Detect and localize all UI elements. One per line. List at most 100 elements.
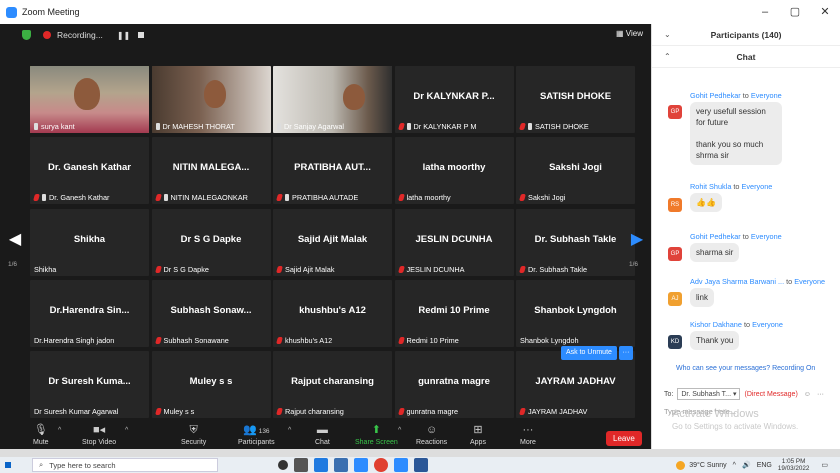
chat-header[interactable]: ⌃ Chat — [652, 46, 840, 68]
recording-label: Recording... — [57, 30, 103, 40]
start-button[interactable] — [0, 457, 16, 473]
task-view-icon[interactable] — [294, 458, 308, 472]
muted-mic-icon — [154, 194, 162, 202]
participant-tile[interactable]: Dr. Subhash Takle Dr. Subhash Takle — [516, 208, 635, 276]
participant-tile[interactable]: Sajid Ajit Malak Sajid Ajit Malak — [273, 208, 392, 276]
tile-more-button[interactable]: ··· — [618, 346, 633, 360]
participants-button[interactable]: 👥 136 Participants — [238, 424, 275, 446]
stop-recording-button[interactable] — [138, 32, 145, 38]
participant-tile[interactable]: Dr S G Dapke Dr S G Dapke — [151, 208, 271, 276]
security-shield-toolbar-icon: ⛨ — [189, 424, 198, 436]
reactions-button[interactable]: ☺ Reactions — [416, 424, 447, 446]
participant-tile[interactable]: Dr MAHESH THORAT — [151, 66, 271, 133]
volume-icon[interactable]: 🔊 — [742, 461, 751, 469]
participant-tile[interactable]: Redmi 10 Prime Redmi 10 Prime — [394, 279, 514, 347]
muted-mic-icon — [276, 336, 283, 344]
participant-label: Shikha — [34, 265, 56, 274]
chat-message-input[interactable]: Type message here... — [664, 407, 834, 421]
participant-tile[interactable]: PRATIBHA AUT... PRATIBHA AUTADE — [273, 137, 392, 205]
participant-tile[interactable]: JAYRAM JADHAV JAYRAM JADHAV — [516, 351, 635, 418]
participant-tile[interactable]: gunratna magre gunratna magre — [394, 351, 514, 418]
leave-button[interactable]: Leave — [606, 431, 642, 446]
apps-label: Apps — [470, 439, 486, 446]
apps-button[interactable]: ⊞ Apps — [470, 424, 486, 446]
recipient-select[interactable]: Dr. Subhash T... ▾ — [677, 388, 741, 400]
stop-video-button[interactable]: ■◂ Stop Video — [82, 424, 116, 446]
notification-icon[interactable]: ▭ — [821, 461, 828, 469]
participant-name: Dr.Harendra Sin... — [49, 304, 130, 316]
lang-label[interactable]: ENG — [757, 462, 772, 469]
cortana-icon[interactable] — [278, 460, 288, 470]
participant-tile[interactable]: Dr Sanjay Agarwal — [273, 66, 392, 133]
zoom-taskbar-icon[interactable] — [354, 458, 368, 472]
participant-label-text: gunratna magre — [406, 407, 459, 416]
tray-arrow-icon[interactable]: ^ — [733, 462, 736, 469]
participant-label: Dr.Harendra Singh jadon — [34, 336, 114, 345]
participant-tile[interactable]: Muley s s Muley s s — [151, 351, 271, 418]
participant-tile[interactable]: Sakshi Jogi Sakshi Jogi — [516, 137, 635, 205]
video-options-caret[interactable]: ^ — [125, 427, 128, 434]
participant-label: Redmi 10 Prime — [397, 336, 459, 345]
meet-icon[interactable] — [394, 458, 408, 472]
edge-icon[interactable] — [314, 458, 328, 472]
apps-icon: ⊞ — [473, 424, 483, 436]
next-page-arrow-icon[interactable]: ▶ — [630, 229, 644, 249]
participant-tile[interactable]: surya kant — [30, 66, 149, 133]
previous-page-arrow-icon[interactable]: ◀ — [8, 229, 22, 249]
participant-tile[interactable]: Shanbok Lyngdoh Shanbok Lyngdoh — [516, 279, 635, 347]
participant-tile[interactable]: Dr. Ganesh Kathar Dr. Ganesh Kathar — [30, 137, 149, 205]
store-icon[interactable] — [334, 458, 348, 472]
share-screen-button[interactable]: ⬆ Share Screen — [355, 424, 398, 446]
participant-tile[interactable]: Rajput charansing Rajput charansing — [273, 351, 392, 418]
pause-recording-button[interactable]: ❚❚ — [117, 31, 130, 40]
share-options-caret[interactable]: ^ — [398, 427, 401, 434]
participant-label-text: Dr. Ganesh Kathar — [49, 193, 110, 203]
weather-text[interactable]: 39°C Sunny — [689, 462, 726, 469]
participants-options-caret[interactable]: ^ — [288, 427, 291, 434]
mute-button[interactable]: 🎙 Mute — [33, 424, 49, 446]
message-sender: Rohit Shukla to Everyone — [690, 182, 773, 191]
recording-notice-link[interactable]: Who can see your messages? Recording On — [676, 365, 815, 372]
participant-tile[interactable]: Subhash Sonaw... Subhash Sonawane — [151, 279, 271, 347]
participant-tile[interactable]: Dr KALYNKAR P... Dr KALYNKAR P M — [394, 66, 514, 133]
more-button[interactable]: ··· More — [520, 424, 536, 446]
chat-more-icon[interactable]: ··· — [817, 391, 824, 398]
participant-tile[interactable]: SATISH DHOKE SATISH DHOKE — [516, 66, 635, 133]
view-button[interactable]: ▦ View — [616, 29, 643, 38]
chevron-up-icon[interactable]: ⌃ — [664, 52, 671, 61]
participants-title: Participants (140) — [710, 29, 782, 40]
participant-label-text: Dr Suresh Kumar Agarwal — [34, 407, 119, 416]
participant-tile[interactable]: JESLIN DCUNHA JESLIN DCUNHA — [394, 208, 514, 276]
audio-options-caret[interactable]: ^ — [58, 427, 61, 434]
window-controls: – ▢ ✕ — [750, 0, 840, 24]
participant-label-text: khushbu's A12 — [285, 335, 333, 345]
participants-header[interactable]: ⌄ Participants (140) — [652, 24, 840, 46]
participant-label: Sajid Ajit Malak — [276, 265, 334, 274]
participant-tile[interactable]: khushbu's A12 khushbu's A12 — [273, 279, 392, 347]
spotlight-icon — [406, 123, 411, 130]
maximize-button[interactable]: ▢ — [780, 0, 810, 24]
taskbar-search-box[interactable]: ⌕ Type here to search — [32, 458, 218, 472]
participant-tile[interactable]: latha moorthy latha moorthy — [394, 137, 514, 205]
participant-tile[interactable]: Dr.Harendra Sin... Dr.Harendra Singh jado… — [30, 279, 149, 347]
chat-button[interactable]: ▬ Chat — [315, 424, 330, 446]
security-shield-icon[interactable] — [22, 30, 31, 40]
minimize-button[interactable]: – — [750, 0, 780, 24]
window-title: Zoom Meeting — [22, 7, 80, 17]
chevron-down-icon[interactable]: ⌄ — [664, 30, 671, 39]
message-text: 👍👍 — [690, 193, 722, 212]
participant-tile[interactable]: NITIN MALEGA... NITIN MALEGAONKAR — [151, 137, 271, 205]
chrome-icon[interactable] — [374, 458, 388, 472]
word-icon[interactable] — [414, 458, 428, 472]
emoji-icon[interactable]: ☺ — [804, 391, 811, 398]
security-button[interactable]: ⛨ Security — [181, 424, 206, 446]
clock-date: 19/03/2022 — [777, 465, 810, 472]
close-window-button[interactable]: ✕ — [810, 0, 840, 24]
side-panel: ⌄ Participants (140) ⌃ Chat Gohit Pedhek… — [651, 24, 840, 449]
participant-tile[interactable]: Shikha Shikha — [30, 208, 149, 276]
ask-to-unmute-button[interactable]: Ask to Unmute — [561, 346, 617, 360]
clock[interactable]: 1:05 PM 19/03/2022 — [778, 458, 816, 472]
participant-name: PRATIBHA AUT... — [294, 162, 371, 174]
participant-tile[interactable]: Dr Suresh Kuma... Dr Suresh Kumar Agarwal — [30, 351, 149, 418]
participant-name: Sakshi Jogi — [549, 162, 602, 174]
